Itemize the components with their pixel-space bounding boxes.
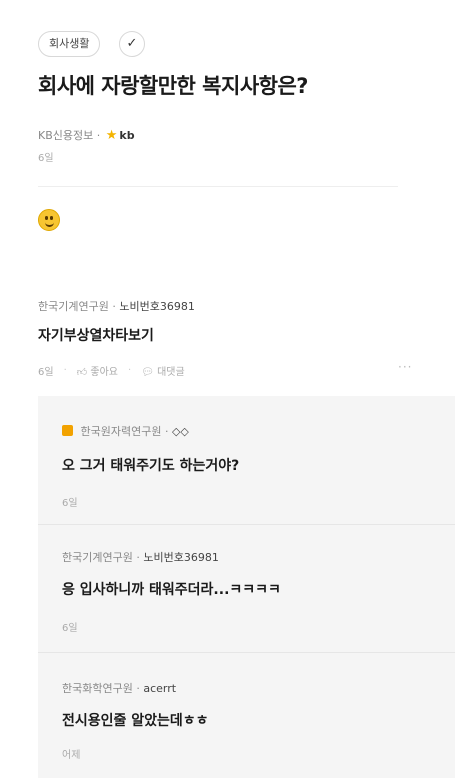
reply-date: 6일 (62, 623, 78, 634)
divider (38, 186, 398, 187)
smiley-emoji-icon (38, 209, 60, 231)
post-title: 회사에 자랑할만한 복지사항은? (38, 74, 308, 98)
reply-date: 6일 (62, 498, 78, 509)
reply-meta: 한국원자력연구원 · ◇◇ (62, 423, 189, 439)
comment-meta: 한국기계연구원 · 노비번호36981 (38, 300, 195, 313)
post-author[interactable]: kb (119, 129, 134, 142)
comment-date: 6일 (38, 367, 54, 378)
star-icon: ★ (105, 127, 118, 143)
reply-text: 전시용인줄 알았는데ㅎㅎ (62, 713, 209, 729)
reply-company: 한국화학연구원 (62, 682, 133, 695)
check-icon[interactable]: ✓ (119, 31, 145, 57)
post-author-meta: KB신용정보 · ★ kb (38, 127, 135, 143)
post-date: 6일 (38, 153, 54, 164)
reply-author[interactable]: 노비번호36981 (143, 551, 218, 564)
reply-company: 한국기계연구원 (62, 551, 133, 564)
company-badge-icon (62, 425, 73, 436)
reply-author[interactable]: ◇◇ (172, 425, 189, 438)
like-button[interactable]: 👍︎ 좋아요 (77, 363, 118, 378)
post-company: KB신용정보 (38, 129, 94, 142)
comment-company: 한국기계연구원 (38, 300, 109, 313)
comment-text: 자기부상열차타보기 (38, 328, 154, 344)
reply-meta: 한국화학연구원 · acerrt (62, 682, 177, 695)
reply-author[interactable]: acerrt (143, 682, 176, 695)
comment-author[interactable]: 노비번호36981 (119, 300, 194, 313)
speech-bubble-icon: 💬︎ (141, 367, 154, 378)
like-label: 좋아요 (90, 367, 118, 378)
reply-company: 한국원자력연구원 (80, 425, 162, 438)
more-options-icon[interactable]: ··· (398, 360, 412, 374)
comment-actions: 6일 · 👍︎ 좋아요 · 💬︎ 대댓글 (38, 363, 185, 378)
thumbs-up-icon: 👍︎ (76, 367, 88, 378)
reply-label: 대댓글 (157, 367, 185, 378)
divider (38, 524, 455, 525)
reply-text: 오 그거 태워주기도 하는거야? (62, 458, 240, 474)
reply-button[interactable]: 💬︎ 대댓글 (141, 363, 185, 378)
reply-date: 어제 (62, 750, 81, 761)
reply-text: 응 입사하니까 태워주더라...ㅋㅋㅋㅋ (62, 582, 281, 598)
reply-meta: 한국기계연구원 · 노비번호36981 (62, 551, 219, 564)
divider (38, 652, 455, 653)
category-tag[interactable]: 회사생활 (38, 31, 101, 57)
